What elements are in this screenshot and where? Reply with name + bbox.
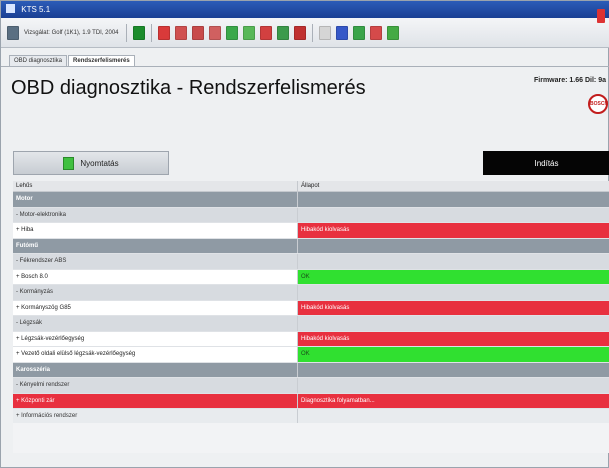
start-button[interactable]: Indítás (483, 151, 609, 175)
row-unit-cell: - Fékrendszer ABS (13, 254, 298, 269)
window-title: KTS 5.1 (21, 5, 51, 14)
table-group-row[interactable]: - Motor-elektronika (13, 207, 609, 223)
table-group-row[interactable]: - Fékrendszer ABS (13, 254, 609, 270)
user-icon[interactable] (352, 25, 365, 40)
doc-icon[interactable] (318, 25, 331, 40)
row-unit-cell: + Kormányszög G85 (13, 300, 298, 315)
tab-obd-diagnostics[interactable]: OBD diagnosztika (9, 55, 68, 66)
row-status-cell (298, 238, 609, 253)
grid-icon[interactable] (225, 25, 238, 40)
chart-icon[interactable] (276, 25, 289, 40)
system-table: Lehűs Állapot Motor - Motor-elektronika + … (13, 181, 609, 425)
toolbar-separator (125, 23, 127, 42)
row-status-cell (298, 378, 609, 393)
nav-back-icon[interactable] (132, 25, 145, 40)
brand-logo: BOSCH (588, 94, 608, 114)
table-group-row[interactable]: - Kényelmi rendszer (13, 378, 609, 394)
row-unit-cell: Futómű (13, 238, 298, 253)
table-empty-area (13, 423, 609, 453)
vehicle-icon[interactable] (7, 25, 19, 40)
row-status-cell: Hibakód kiolvasás (298, 331, 609, 346)
start-label: Indítás (534, 158, 559, 168)
exit-icon[interactable] (386, 25, 399, 40)
row-status-cell: Diagnosztika folyamatban... (298, 393, 609, 408)
table-body: Motor - Motor-elektronika + Hiba Hibakód ki… (13, 192, 609, 425)
stop-icon[interactable] (157, 25, 170, 40)
row-unit-cell: - Motor-elektronika (13, 207, 298, 222)
row-status-cell (298, 409, 609, 424)
row-unit-cell: Karosszéria (13, 362, 298, 377)
row-status-cell (298, 316, 609, 331)
help-icon[interactable] (335, 25, 348, 40)
engine-icon[interactable] (259, 25, 272, 40)
row-unit-cell: + Központi zár (13, 393, 298, 408)
table-section-row[interactable]: Futómű (13, 238, 609, 254)
table-row[interactable]: + Vezető oldali elülső légzsák-vezérlőeg… (13, 347, 609, 363)
settings-icon[interactable] (369, 25, 382, 40)
row-status-cell: Hibakód kiolvasás (298, 300, 609, 315)
tab-system-detection[interactable]: Rendszerfelismerés (68, 55, 135, 66)
row-status-cell (298, 192, 609, 207)
close-icon[interactable] (597, 9, 605, 23)
flash-icon[interactable] (191, 25, 204, 40)
row-unit-cell: + Vezető oldali elülső légzsák-vezérlőeg… (13, 347, 298, 362)
row-status-cell: Hibakód kiolvasás (298, 223, 609, 238)
firmware-info: Firmware: 1.66 Dil: 9a (534, 77, 606, 84)
table-row[interactable]: + Bosch 8.0 OK (13, 269, 609, 285)
row-unit-cell: + Hiba (13, 223, 298, 238)
print-label: Nyomtatás (80, 158, 119, 168)
title-bar: KTS 5.1 (1, 1, 609, 18)
row-unit-cell: + Információs rendszer (13, 409, 298, 424)
table-row[interactable]: + Hiba Hibakód kiolvasás (13, 223, 609, 239)
column-header-unit: Lehűs (13, 181, 298, 191)
print-button[interactable]: Nyomtatás (13, 151, 169, 175)
row-status-cell: OK (298, 347, 609, 362)
toolbar-separator (150, 23, 152, 42)
toolbar-separator (311, 23, 313, 42)
column-header-status: Állapot (301, 183, 320, 189)
row-unit-cell: - Kényelmi rendszer (13, 378, 298, 393)
table-row[interactable]: + Kormányszög G85 Hibakód kiolvasás (13, 300, 609, 316)
app-window: KTS 5.1 Vizsgálat: Golf (1K1), 1.9 TDI, … (0, 0, 609, 468)
printer-icon (63, 156, 75, 170)
breadcrumb: OBD diagnosztika Rendszerfelismerés (1, 55, 609, 67)
row-unit-cell: - Légzsák (13, 316, 298, 331)
table-row[interactable]: + Légzsák-vezérlőegység Hibakód kiolvasás (13, 331, 609, 347)
row-status-cell: OK (298, 269, 609, 284)
page-title: OBD diagnosztika - Rendszerfelismerés (11, 77, 366, 99)
row-unit-cell: Motor (13, 192, 298, 207)
info-icon[interactable] (208, 25, 221, 40)
table-group-row[interactable]: - Kormányzás (13, 285, 609, 301)
toolbar: Vizsgálat: Golf (1K1), 1.9 TDI, 2004 (1, 18, 609, 48)
table-section-row[interactable]: Motor (13, 192, 609, 208)
row-status-cell (298, 207, 609, 222)
monitor-icon[interactable] (242, 25, 255, 40)
app-icon (6, 4, 15, 13)
row-status-cell (298, 254, 609, 269)
row-unit-cell: - Kormányzás (13, 285, 298, 300)
row-unit-cell: + Bosch 8.0 (13, 269, 298, 284)
row-status-cell (298, 362, 609, 377)
row-unit-cell: + Légzsák-vezérlőegység (13, 331, 298, 346)
table-row[interactable]: + Központi zár Diagnosztika folyamatban..… (13, 393, 609, 409)
table-section-row[interactable]: Karosszéria (13, 362, 609, 378)
gauge-icon[interactable] (293, 25, 306, 40)
row-status-cell (298, 285, 609, 300)
vehicle-label: Vizsgálat: Golf (1K1), 1.9 TDI, 2004 (24, 29, 119, 36)
table-header: Lehűs Állapot (13, 181, 609, 192)
search-icon[interactable] (174, 25, 187, 40)
table-group-row[interactable]: - Légzsák (13, 316, 609, 332)
